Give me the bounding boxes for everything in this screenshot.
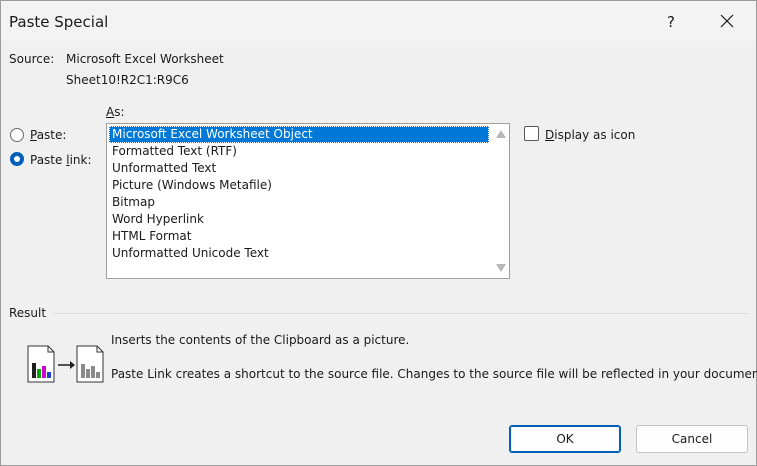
result-divider — [53, 313, 748, 314]
listbox-scrollbar[interactable] — [492, 124, 509, 278]
paste-link-radio[interactable] — [10, 152, 24, 166]
format-list-item[interactable]: Microsoft Excel Worksheet Object — [109, 126, 489, 143]
format-list-item[interactable]: Unformatted Text — [109, 160, 489, 177]
paste-special-dialog: Paste Special ? Source: Microsoft Excel … — [0, 0, 757, 466]
ok-button[interactable]: OK — [509, 425, 621, 453]
format-list-item[interactable]: Word Hyperlink — [109, 211, 489, 228]
paste-link-prefix: Paste — [30, 153, 67, 167]
display-as-icon-text: isplay as icon — [554, 128, 636, 142]
format-list-item[interactable]: Formatted Text (RTF) — [109, 143, 489, 160]
paste-link-radio-label[interactable]: Paste link: — [30, 153, 92, 167]
help-icon: ? — [667, 13, 675, 31]
cancel-button[interactable]: Cancel — [636, 425, 748, 453]
display-as-icon-checkbox[interactable] — [524, 126, 539, 141]
format-list-item[interactable]: HTML Format — [109, 228, 489, 245]
paste-accesskey: P — [30, 128, 37, 142]
result-label: Result — [9, 306, 47, 320]
title-bar: Paste Special ? — [1, 1, 756, 41]
close-icon — [720, 14, 734, 28]
close-button[interactable] — [704, 5, 750, 37]
scroll-up-arrow-icon[interactable] — [496, 130, 506, 138]
dialog-title: Paste Special — [9, 13, 109, 31]
as-label-text: s: — [114, 105, 125, 119]
result-description-line2: Paste Link creates a shortcut to the sou… — [111, 367, 757, 381]
source-app-name: Microsoft Excel Worksheet — [66, 52, 224, 66]
source-label: Source: — [9, 52, 55, 66]
paste-radio[interactable] — [10, 128, 24, 142]
paste-link-result-icon — [27, 345, 104, 383]
as-label-accesskey: A — [106, 105, 115, 119]
help-button[interactable]: ? — [651, 7, 691, 37]
display-as-icon-label[interactable]: Display as icon — [545, 128, 635, 142]
format-list-item[interactable]: Picture (Windows Metafile) — [109, 177, 489, 194]
source-range: Sheet10!R2C1:R9C6 — [66, 73, 189, 87]
scroll-down-arrow-icon[interactable] — [496, 264, 506, 272]
paste-radio-label[interactable]: Paste: — [30, 128, 66, 142]
paste-link-label-text: ink: — [69, 153, 92, 167]
format-listbox[interactable]: Microsoft Excel Worksheet Object Formatte… — [106, 123, 510, 279]
format-list-item[interactable]: Bitmap — [109, 194, 489, 211]
display-as-icon-accesskey: D — [545, 128, 555, 142]
paste-label-text: aste: — [36, 128, 67, 142]
result-description-line1: Inserts the contents of the Clipboard as… — [111, 333, 410, 347]
format-list-item[interactable]: Unformatted Unicode Text — [109, 245, 489, 262]
as-label: As: — [106, 105, 125, 119]
